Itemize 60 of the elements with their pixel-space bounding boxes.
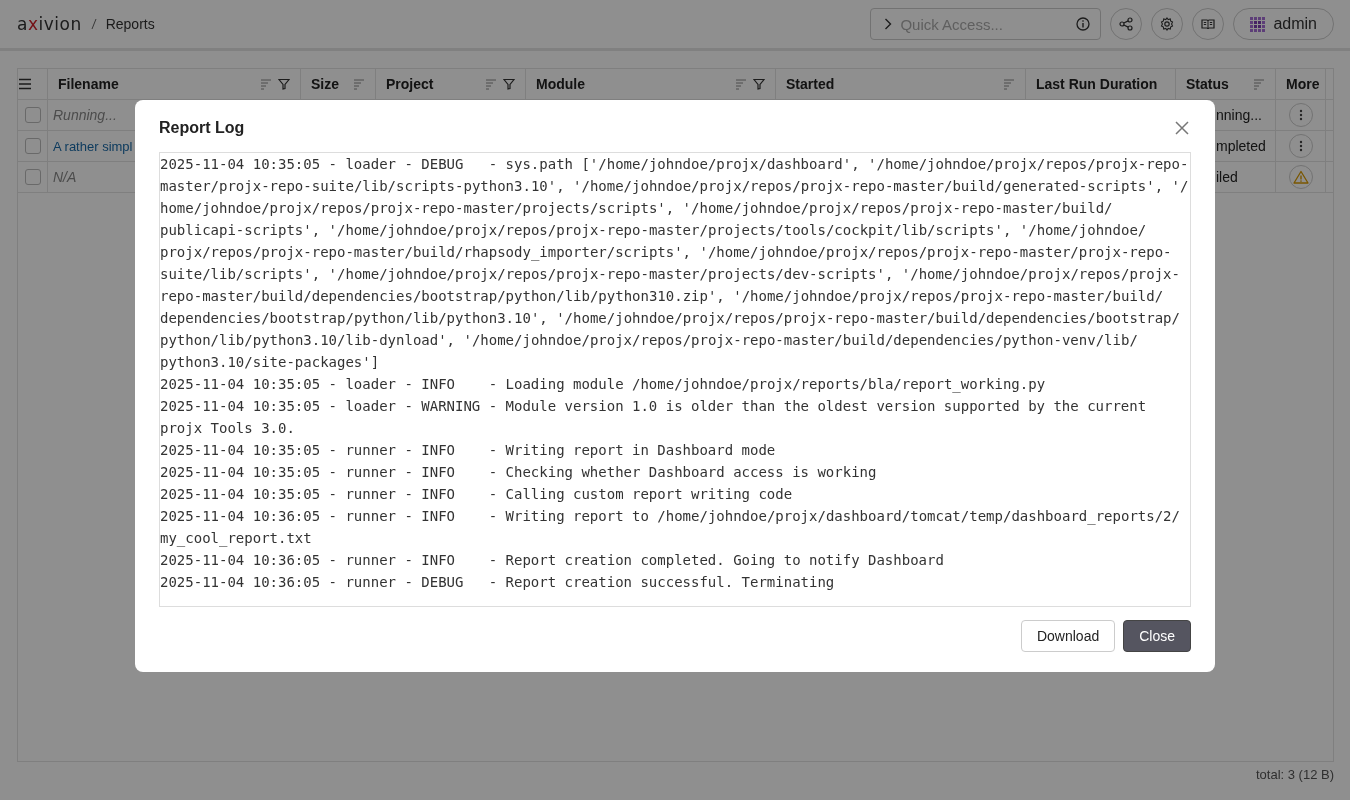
row-checkbox[interactable] <box>24 169 41 185</box>
log-line: 2025-11-04 10:36:05 - runner - INFO - Report creation completed. Going to notify Dashboard <box>160 551 945 570</box>
chevron-icon <box>884 18 893 30</box>
warning-button[interactable] <box>1288 165 1313 189</box>
close-button[interactable]: Close <box>1123 620 1191 652</box>
info-icon[interactable] <box>1076 17 1091 31</box>
kebab-icon <box>1298 109 1303 121</box>
book-icon <box>1201 17 1216 31</box>
filename-link[interactable]: A rather simpl <box>53 138 133 154</box>
row-checkbox[interactable] <box>24 138 41 154</box>
column-header[interactable]: Project <box>386 76 434 92</box>
share-button[interactable] <box>1110 8 1143 40</box>
warning-icon <box>1292 170 1309 184</box>
sort-icon[interactable] <box>1003 78 1015 90</box>
filename-text: Running... <box>53 107 117 123</box>
log-line: 2025-11-04 10:35:05 - loader - INFO - Loading module /home/johndoe/projx/reports/bla/report_working.py <box>160 375 1047 395</box>
row-checkbox[interactable] <box>24 107 41 123</box>
sort-icon[interactable] <box>735 78 747 90</box>
column-header[interactable]: Size <box>311 76 339 92</box>
share-icon <box>1119 17 1134 31</box>
user-avatar-icon <box>1250 16 1266 32</box>
sort-icon[interactable] <box>260 78 272 90</box>
column-header[interactable]: More <box>1286 76 1320 92</box>
log-line: 2025-11-04 10:35:05 - runner - INFO - Calling custom report writing code <box>160 485 794 504</box>
total-count: total: 3 (12 B) <box>1255 767 1334 782</box>
log-line: 2025-11-04 10:35:05 - loader - WARNING - Module version 1.0 is older than the oldest version supported by the current projx Tools 3.0. <box>160 397 1148 438</box>
documentation-button[interactable] <box>1192 8 1225 40</box>
status-text: mpleted <box>1215 138 1266 154</box>
more-button[interactable] <box>1288 103 1313 127</box>
logo[interactable]: axivion <box>17 14 82 34</box>
dialog-title: Report Log <box>159 119 245 137</box>
status-text: nning... <box>1215 107 1262 123</box>
column-header[interactable]: Filename <box>58 76 119 92</box>
status-text: iled <box>1215 169 1238 185</box>
close-icon <box>1175 121 1189 135</box>
log-line: 2025-11-04 10:35:05 - runner - INFO - Checking whether Dashboard access is working <box>160 463 878 482</box>
close-button[interactable] <box>1175 121 1189 135</box>
download-button[interactable]: Download <box>1020 620 1116 652</box>
log-line: 2025-11-04 10:36:05 - runner - DEBUG - Report creation successful. Terminating <box>160 573 836 592</box>
filename-text: N/A <box>53 169 77 185</box>
log-line: 2025-11-04 10:36:05 - runner - INFO - Writing report to /home/johndoe/projx/dashboard/tomcat/temp/dashboard_reports/2/my_cool_report.txt <box>160 507 1181 549</box>
filter-icon[interactable] <box>753 78 765 90</box>
user-button[interactable]: admin <box>1233 8 1334 40</box>
breadcrumb-link[interactable]: Reports <box>105 16 155 32</box>
sort-icon[interactable] <box>1253 78 1265 90</box>
sort-icon[interactable] <box>485 78 497 90</box>
menu-icon[interactable] <box>18 78 32 90</box>
log-line: 2025-11-04 10:35:05 - runner - INFO - Writing report in Dashboard mode <box>160 441 777 460</box>
kebab-icon <box>1298 140 1303 152</box>
filter-icon[interactable] <box>503 78 515 90</box>
settings-icon <box>1160 17 1175 31</box>
filter-icon[interactable] <box>278 78 290 90</box>
column-header[interactable]: Started <box>786 76 835 92</box>
settings-button[interactable] <box>1151 8 1184 40</box>
more-button[interactable] <box>1288 134 1313 158</box>
column-header[interactable]: Last Run Duration <box>1036 76 1158 92</box>
separator-icon <box>90 18 97 30</box>
column-header[interactable]: Status <box>1186 76 1229 92</box>
column-header[interactable]: Module <box>536 76 585 92</box>
sort-icon[interactable] <box>353 78 365 90</box>
